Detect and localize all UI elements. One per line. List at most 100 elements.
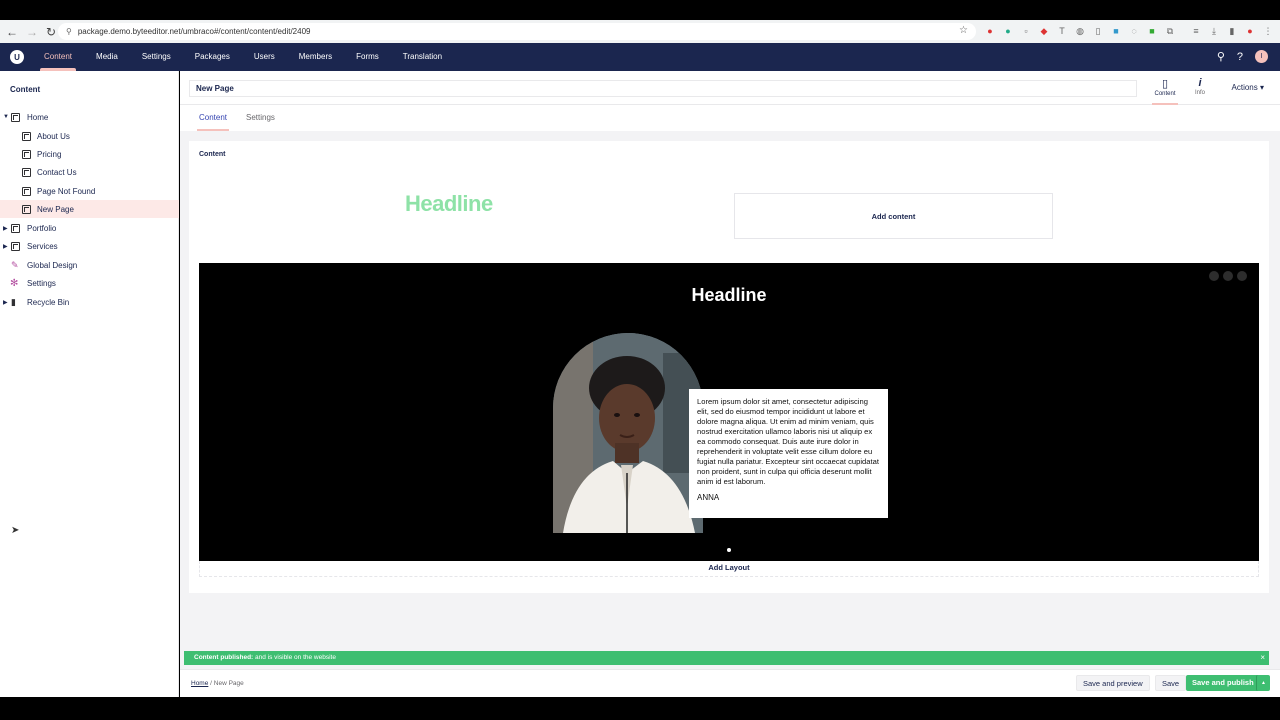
tree-item-label: About Us (37, 131, 70, 141)
content-app-button[interactable]: ▯ Content (1150, 77, 1180, 105)
breadcrumb-current: New Page (213, 680, 244, 687)
info-app-label: Info (1194, 90, 1205, 96)
back-icon[interactable]: ← (6, 25, 18, 39)
menu-icon[interactable]: ⋮ (1262, 25, 1274, 37)
extension-icon[interactable]: ■ (1146, 25, 1158, 37)
tree-item-settings[interactable]: ✻ Settings (0, 274, 179, 292)
url-text: package.demo.byteeditor.net/umbraco#/con… (77, 27, 311, 36)
umbraco-header: U Content Media Settings Packages Users … (0, 43, 1280, 71)
section-forms[interactable]: Forms (344, 43, 391, 71)
tree-item-portfolio[interactable]: ▶ Portfolio (0, 219, 179, 237)
tab-settings[interactable]: Settings (246, 113, 275, 122)
document-type-icon (22, 149, 31, 159)
document-type-icon (22, 204, 31, 214)
page-name-input[interactable]: New Page (189, 80, 1137, 97)
section-settings[interactable]: Settings (130, 43, 183, 71)
section-members[interactable]: Members (287, 43, 344, 71)
info-icon: i (1198, 77, 1202, 89)
tree-item-about-us[interactable]: About Us (0, 127, 179, 145)
gear-icon: ✻ (10, 277, 19, 289)
section-content[interactable]: Content (32, 43, 84, 71)
section-users[interactable]: Users (242, 43, 287, 71)
add-layout-button[interactable]: Add Layout (199, 561, 1259, 577)
content-tree-sidebar: Content ▼ Home About Us Pricing Contact … (0, 71, 179, 697)
extension-icon[interactable]: ▫ (1020, 25, 1032, 37)
portrait-illustration (553, 333, 703, 533)
breadcrumb-home-link[interactable]: Home (191, 680, 208, 687)
extension-icon[interactable]: ≡ (1190, 25, 1202, 37)
editor-header: New Page ▯ Content i Info Actions ▾ (180, 71, 1280, 105)
bottom-black-bar (0, 697, 1280, 720)
testimonial-quote-card: Lorem ipsum dolor sit amet, consectetur … (689, 389, 888, 518)
tree-item-label: Services (27, 241, 58, 251)
delete-icon[interactable] (1237, 271, 1247, 281)
section-packages[interactable]: Packages (183, 43, 242, 71)
section-media[interactable]: Media (84, 43, 130, 71)
caret-right-icon[interactable]: ▶ (3, 299, 8, 306)
testimonial-block[interactable]: Headline Lorem ipsum dolor sit amet, con… (199, 263, 1259, 561)
forward-icon[interactable]: → (26, 25, 38, 39)
tree-item-label: New Page (37, 204, 74, 214)
browser-nav: ← → ↻ (0, 25, 60, 39)
breadcrumb: Home / New Page (191, 680, 244, 687)
extension-icon[interactable]: ● (1002, 25, 1014, 37)
extension-icon[interactable]: ▯ (1092, 25, 1104, 37)
save-and-publish-button[interactable]: Save and publish (1186, 675, 1260, 691)
close-icon[interactable]: × (1260, 651, 1265, 665)
carousel-dot[interactable] (727, 548, 731, 552)
download-icon[interactable]: ⤓ (1208, 25, 1220, 37)
profile-icon[interactable]: ● (1244, 25, 1256, 37)
tree-item-label: Portfolio (27, 223, 57, 233)
bookmark-star-icon[interactable]: ☆ (959, 25, 968, 36)
tree-item-services[interactable]: ▶ Services (0, 237, 179, 255)
tree-item-label: Page Not Found (37, 186, 96, 196)
extension-icon[interactable]: ■ (1110, 25, 1122, 37)
tree-item-home[interactable]: ▼ Home (0, 108, 179, 126)
browser-toolbar: ← → ↻ ⚲ package.demo.byteeditor.net/umbr… (0, 20, 1280, 43)
tree-item-page-not-found[interactable]: Page Not Found (0, 182, 179, 200)
extension-icon[interactable]: T (1056, 25, 1068, 37)
tree-item-label: Home (27, 112, 49, 122)
document-type-icon (22, 131, 31, 141)
copy-icon[interactable] (1223, 271, 1233, 281)
tree-item-pricing[interactable]: Pricing (0, 145, 179, 163)
save-and-preview-button[interactable]: Save and preview (1076, 675, 1150, 691)
tree-item-label: Settings (27, 278, 56, 288)
help-icon[interactable]: ? (1237, 51, 1243, 63)
tree-item-contact-us[interactable]: Contact Us (0, 163, 179, 181)
save-button[interactable]: Save (1155, 675, 1187, 691)
document-type-icon (11, 223, 20, 233)
extension-icon[interactable]: ◍ (1074, 25, 1086, 37)
top-black-bar (0, 0, 1280, 20)
extension-icon[interactable]: ● (984, 25, 996, 37)
tab-content[interactable]: Content (196, 113, 230, 131)
address-bar[interactable]: ⚲ package.demo.byteeditor.net/umbraco#/c… (58, 23, 976, 40)
document-type-icon (11, 112, 20, 122)
reload-icon[interactable]: ↻ (46, 25, 56, 39)
search-icon[interactable]: ⚲ (1217, 50, 1225, 63)
content-editor: New Page ▯ Content i Info Actions ▾ Cont… (180, 71, 1280, 697)
quote-author: ANNA (697, 493, 720, 502)
tree-item-recycle-bin[interactable]: ▶ ▮ Recycle Bin (0, 293, 179, 311)
section-translation[interactable]: Translation (391, 43, 454, 71)
info-app-button[interactable]: i Info (1185, 77, 1215, 96)
tree-item-new-page[interactable]: New Page (0, 200, 179, 218)
user-avatar[interactable]: I (1255, 50, 1268, 63)
caret-right-icon[interactable]: ▶ (3, 243, 8, 250)
extension-icon[interactable]: ◌ (1128, 25, 1140, 37)
site-info-icon[interactable]: ⚲ (66, 27, 72, 36)
sidepanel-icon[interactable]: ▮ (1226, 25, 1238, 37)
puzzle-icon[interactable]: ⧉ (1164, 25, 1176, 37)
breadcrumb-separator: / (210, 680, 212, 687)
publish-options-caret-icon[interactable]: ▲ (1256, 675, 1270, 691)
edit-icon[interactable] (1209, 271, 1219, 281)
caret-down-icon[interactable]: ▼ (3, 114, 9, 120)
block-headline[interactable]: Headline (405, 191, 493, 217)
tree-item-global-design[interactable]: ✎ Global Design (0, 256, 179, 274)
add-content-button[interactable]: Add content (734, 193, 1053, 239)
actions-dropdown[interactable]: Actions ▾ (1232, 83, 1264, 92)
tree-item-label: Contact Us (37, 167, 77, 177)
extension-icon[interactable]: ◆ (1038, 25, 1050, 37)
umbraco-logo-icon[interactable]: U (10, 50, 24, 64)
caret-right-icon[interactable]: ▶ (3, 225, 8, 232)
